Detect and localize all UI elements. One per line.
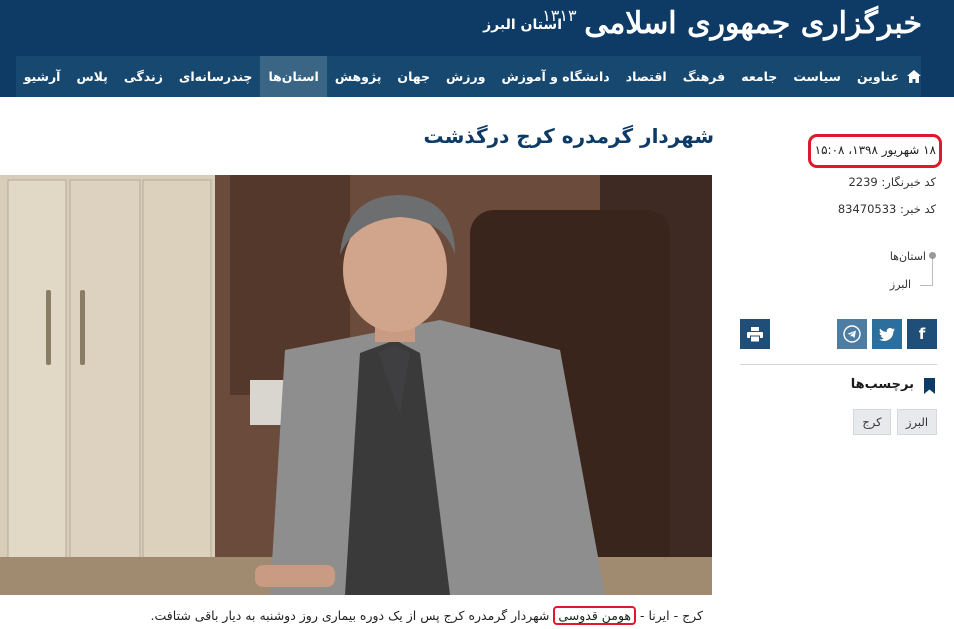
lead-intro: کرج - ایرنا -: [636, 608, 703, 623]
province-label[interactable]: استان البرز: [483, 17, 562, 33]
print-icon: [747, 326, 763, 342]
nav-item-provinces[interactable]: استان‌ها: [260, 56, 327, 97]
site-header: خبرگزاری جمهوری اسلامی ۱۳۱۳ استان البرز: [0, 0, 954, 56]
tag-karaj[interactable]: کرج: [853, 409, 891, 435]
home-icon: [907, 70, 921, 83]
twitter-icon: [879, 327, 895, 341]
nav-item-culture[interactable]: فرهنگ: [675, 56, 734, 97]
lead-body: شهردار گرمدره کرج پس از یک دوره بیماری ر…: [150, 608, 554, 623]
nav-item-headlines[interactable]: عناوین: [849, 56, 907, 97]
facebook-share-button[interactable]: f: [907, 319, 937, 349]
nav-item-research[interactable]: پژوهش: [327, 56, 390, 97]
highlighted-name: هومن قدوسی: [553, 606, 637, 625]
bookmark-icon: [924, 378, 935, 394]
nav-item-sports[interactable]: ورزش: [438, 56, 493, 97]
nav-item-multimedia[interactable]: چندرسانه‌ای: [171, 56, 261, 97]
sidebar-divider: [740, 364, 937, 365]
site-logo[interactable]: خبرگزاری جمهوری اسلامی ۱۳۱۳: [542, 6, 923, 41]
tags-title: برچسب‌ها: [850, 377, 914, 392]
article-photo: [0, 175, 712, 595]
breadcrumb-connector: [932, 256, 933, 286]
reporter-code: کد خبرنگار: 2239: [848, 175, 936, 189]
breadcrumb-provinces[interactable]: استان‌ها: [890, 250, 926, 263]
main-nav-menu: عناوین سیاست جامعه فرهنگ اقتصاد دانشگاه …: [16, 56, 921, 97]
print-button[interactable]: [740, 319, 770, 349]
nav-item-politics[interactable]: سیاست: [785, 56, 849, 97]
news-code: کد خبر: 83470533: [837, 202, 936, 216]
site-logo-text: خبرگزاری جمهوری اسلامی: [584, 6, 923, 41]
article-lead: کرج - ایرنا - هومن قدوسی شهردار گرمدره ک…: [150, 606, 703, 625]
nav-item-society[interactable]: جامعه: [733, 56, 785, 97]
breadcrumb-hook: [920, 285, 933, 286]
nav-item-world[interactable]: جهان: [389, 56, 438, 97]
telegram-icon: [843, 325, 861, 343]
tag-alborz[interactable]: البرز: [897, 409, 937, 435]
main-nav: عناوین سیاست جامعه فرهنگ اقتصاد دانشگاه …: [0, 56, 954, 97]
nav-item-archive[interactable]: آرشیو: [16, 56, 69, 97]
breadcrumb-alborz[interactable]: البرز: [890, 278, 911, 291]
nav-item-life[interactable]: زندگی: [116, 56, 171, 97]
article-headline: شهردار گرمدره کرج درگذشت: [423, 124, 714, 148]
telegram-share-button[interactable]: [837, 319, 867, 349]
twitter-share-button[interactable]: [872, 319, 902, 349]
nav-item-economy[interactable]: اقتصاد: [618, 56, 675, 97]
publish-date: ۱۸ شهریور ۱۳۹۸، ۱۵:۰۸: [814, 143, 936, 157]
facebook-icon: f: [918, 325, 926, 343]
breadcrumb-dot-icon: [929, 252, 936, 259]
nav-item-university[interactable]: دانشگاه و آموزش: [493, 56, 617, 97]
nav-item-plus[interactable]: پلاس: [68, 56, 115, 97]
nav-home-button[interactable]: [907, 56, 921, 97]
